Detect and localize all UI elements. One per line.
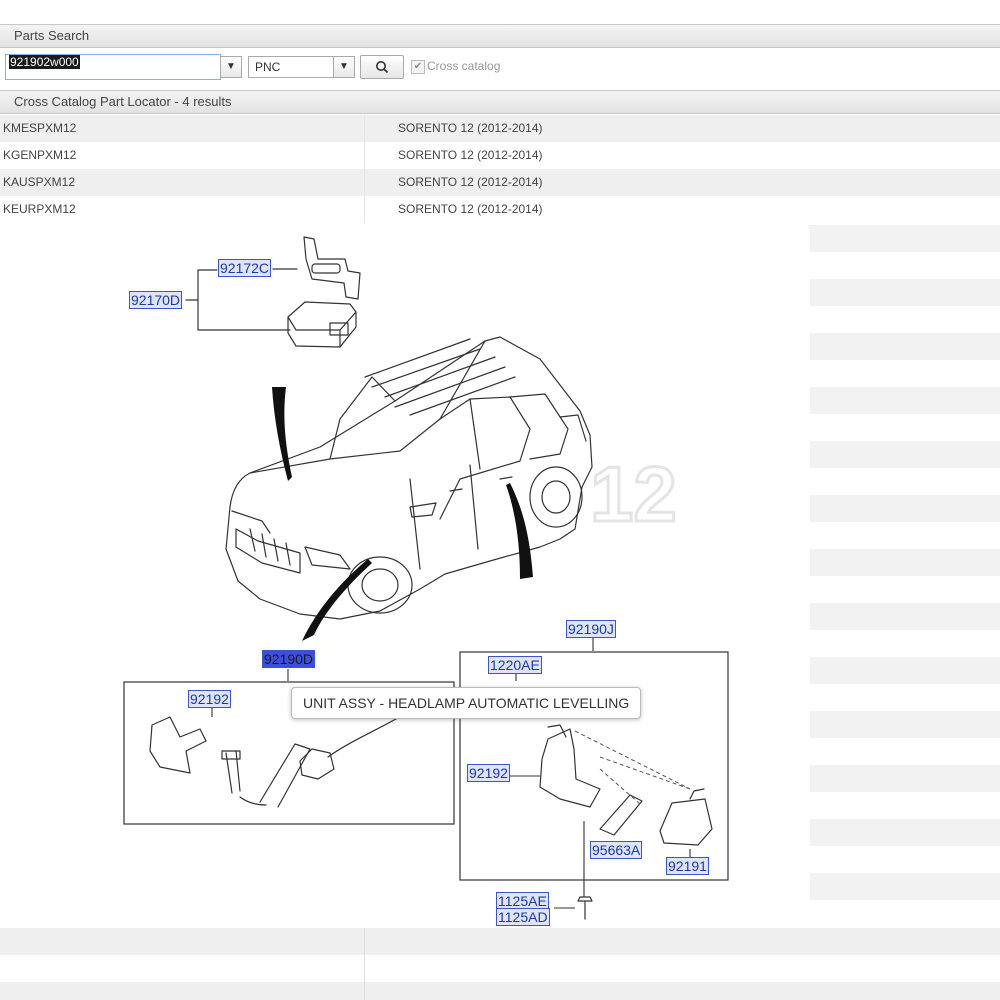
callout-92190D-active[interactable]: 92190D [262,650,316,668]
dropdown-arrow-icon: ▼ [226,61,236,72]
table-row[interactable]: KGENPXM12 SORENTO 12 (2012-2014) [0,142,1000,169]
callout-92190J[interactable]: 92190J [566,620,616,638]
parts-diagram[interactable]: 12 92172C 92170D 92190D 92192 92190J 122… [0,229,810,928]
locator-title: Cross Catalog Part Locator - 4 results [14,94,232,109]
watermark-text: 12 [590,450,677,538]
tooltip-text: UNIT ASSY - HEADLAMP AUTOMATIC LEVELLING [303,695,630,711]
checkmark-icon: ✔ [413,61,423,72]
cross-catalog-label: Cross catalog [427,59,501,73]
callout-92191[interactable]: 92191 [666,857,709,875]
callout-92192-right[interactable]: 92192 [467,764,510,782]
parts-diagram-illustration: 12 [123,236,729,920]
cross-catalog-checkbox[interactable]: ✔ [411,60,425,74]
column-divider [364,196,365,223]
catalog-code: KMESPXM12 [3,121,77,135]
part-number-search-input[interactable]: 921902w000 [5,54,221,80]
callout-92172C[interactable]: 92172C [218,259,272,277]
search-type-select[interactable]: PNC [248,56,338,78]
column-divider [364,169,365,196]
search-toolbar: 921902w000 ▼ PNC ▼ ✔ Cross catalog [0,48,1000,90]
parts-search-header: Parts Search [0,24,1000,48]
column-divider [364,142,365,169]
background-row-stripes [808,225,1000,925]
callout-92170D[interactable]: 92170D [129,291,183,309]
callout-95663A[interactable]: 95663A [590,841,643,859]
model-name: SORENTO 12 (2012-2014) [398,148,543,162]
column-divider [364,115,365,142]
callout-1220AE[interactable]: 1220AE [488,656,542,674]
model-name: SORENTO 12 (2012-2014) [398,202,543,216]
cross-catalog-locator-header: Cross Catalog Part Locator - 4 results [0,90,1000,114]
callout-92192[interactable]: 92192 [188,690,231,708]
model-name: SORENTO 12 (2012-2014) [398,121,543,135]
search-button[interactable] [360,55,404,79]
callout-1125AD[interactable]: 1125AD [496,908,550,926]
parts-search-title: Parts Search [14,28,90,43]
table-row[interactable]: KEURPXM12 SORENTO 12 (2012-2014) [0,196,1000,223]
catalog-code: KAUSPXM12 [3,175,76,189]
dropdown-arrow-icon: ▼ [339,61,349,72]
search-type-value: PNC [255,60,281,74]
part-description-tooltip: UNIT ASSY - HEADLAMP AUTOMATIC LEVELLING [291,687,642,719]
table-row[interactable]: KAUSPXM12 SORENTO 12 (2012-2014) [0,169,1000,196]
search-icon [376,61,389,74]
search-history-dropdown-button[interactable]: ▼ [220,56,242,78]
table-row[interactable]: KMESPXM12 SORENTO 12 (2012-2014) [0,115,1000,142]
search-query-text: 921902w000 [9,55,80,69]
results-table: KMESPXM12 SORENTO 12 (2012-2014) KGENPXM… [0,115,1000,223]
model-name: SORENTO 12 (2012-2014) [398,175,543,189]
empty-table-rows [0,928,1000,1000]
search-type-dropdown-button[interactable]: ▼ [333,56,355,78]
catalog-code: KGENPXM12 [3,148,77,162]
catalog-code: KEURPXM12 [3,202,76,216]
